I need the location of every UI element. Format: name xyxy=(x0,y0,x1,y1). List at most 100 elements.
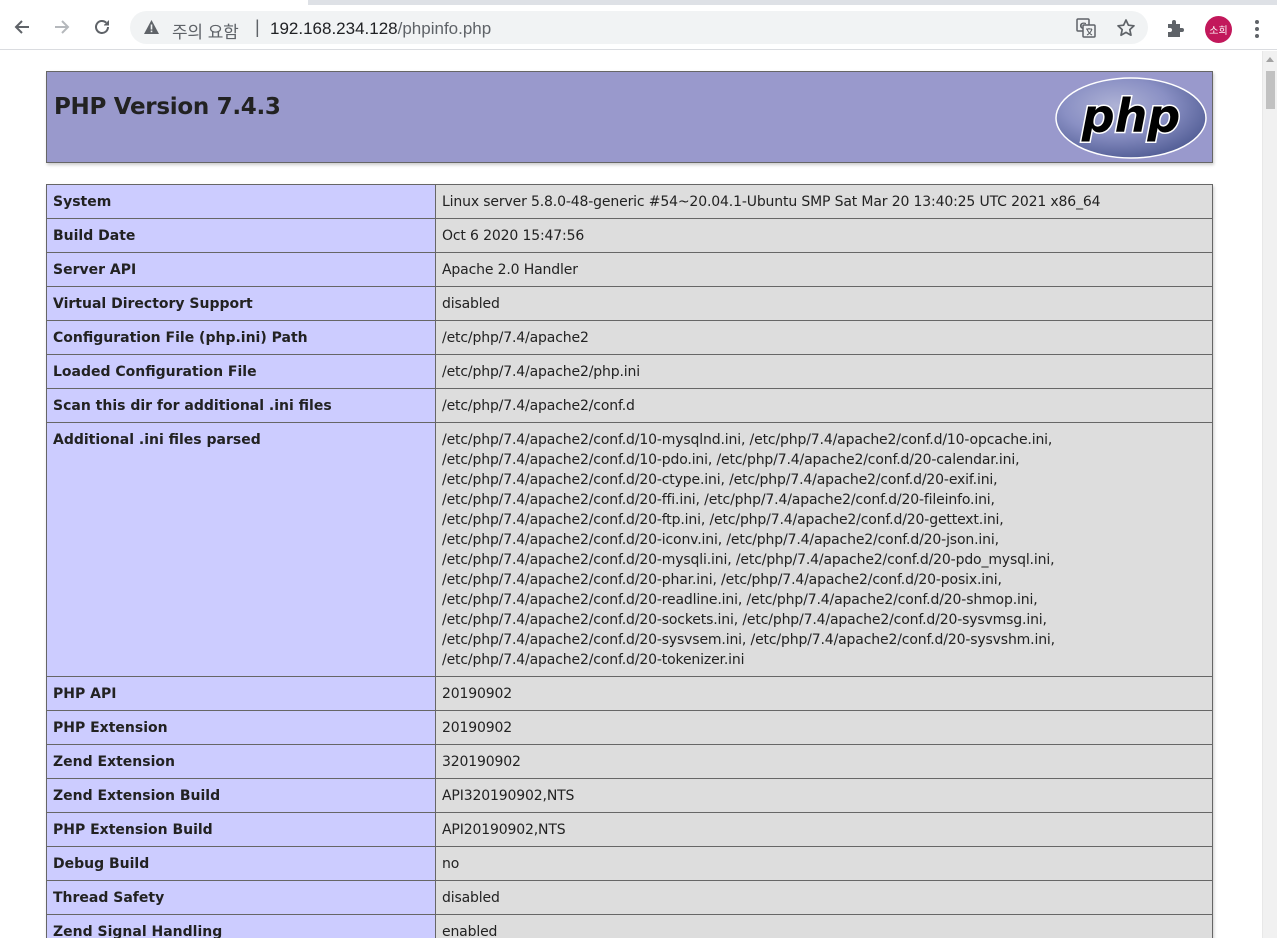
back-arrow-icon xyxy=(14,20,29,34)
info-table-row: PHP API 20190902 xyxy=(46,676,1213,711)
info-row-value: API20190902,NTS xyxy=(435,812,1213,847)
vertical-scrollbar[interactable] xyxy=(1262,51,1277,938)
info-row-value: /etc/php/7.4/apache2/conf.d/10-mysqlnd.i… xyxy=(435,422,1213,677)
info-table-row: Scan this dir for additional .ini files /… xyxy=(46,388,1213,423)
info-row-key: PHP API xyxy=(46,676,436,711)
info-table-row: Virtual Directory Support disabled xyxy=(46,286,1213,321)
info-value-line: Apache 2.0 Handler xyxy=(442,262,578,278)
info-row-value: 20190902 xyxy=(435,676,1213,711)
info-row-key: Zend Extension xyxy=(46,744,436,779)
reload-button[interactable] xyxy=(87,12,117,42)
info-value-line: disabled xyxy=(442,890,500,906)
info-row-key: PHP Extension Build xyxy=(46,812,436,847)
forward-arrow-icon xyxy=(55,20,70,34)
info-row-key: Zend Signal Handling xyxy=(46,914,436,938)
info-value-line: /etc/php/7.4/apache2/conf.d xyxy=(442,398,635,414)
info-value-line: /etc/php/7.4/apache2/conf.d/20-phar.ini,… xyxy=(442,572,1002,588)
info-row-key: Additional .ini files parsed xyxy=(46,422,436,677)
info-value-line: /etc/php/7.4/apache2/conf.d/10-mysqlnd.i… xyxy=(442,432,1053,448)
security-status-label[interactable]: 주의 요함 xyxy=(172,18,239,43)
info-value-line: /etc/php/7.4/apache2/php.ini xyxy=(442,364,640,380)
php-info-table: System Linux server 5.8.0-48-generic #54~… xyxy=(46,184,1213,938)
info-row-key: Configuration File (php.ini) Path xyxy=(46,320,436,355)
info-table-row: Debug Build no xyxy=(46,846,1213,881)
info-row-value: /etc/php/7.4/apache2/conf.d xyxy=(435,388,1213,423)
browser-toolbar: 주의 요함 | 192.168.234.128/phpinfo.php G 소희 xyxy=(0,5,1277,50)
url-path: /phpinfo.php xyxy=(397,19,492,38)
info-row-value: /etc/php/7.4/apache2/php.ini xyxy=(435,354,1213,389)
info-value-line: /etc/php/7.4/apache2/conf.d/20-readline.… xyxy=(442,592,1038,608)
info-row-value: no xyxy=(435,846,1213,881)
info-table-row: PHP Extension Build API20190902,NTS xyxy=(46,812,1213,847)
info-row-key: Debug Build xyxy=(46,846,436,881)
info-row-value: Apache 2.0 Handler xyxy=(435,252,1213,287)
info-value-line: /etc/php/7.4/apache2/conf.d/20-ftp.ini, … xyxy=(442,512,1004,528)
info-row-key: Loaded Configuration File xyxy=(46,354,436,389)
php-logo[interactable]: php php xyxy=(1055,77,1207,159)
page-title: PHP Version 7.4.3 xyxy=(54,94,281,120)
php-logo-text: php xyxy=(1081,89,1181,143)
info-row-value: disabled xyxy=(435,880,1213,915)
info-table-row: System Linux server 5.8.0-48-generic #54~… xyxy=(46,184,1213,219)
info-value-line: no xyxy=(442,856,460,872)
info-value-line: /etc/php/7.4/apache2/conf.d/20-ctype.ini… xyxy=(442,472,998,488)
info-table-row: Configuration File (php.ini) Path/etc/ph… xyxy=(46,320,1213,355)
info-row-value: disabled xyxy=(435,286,1213,321)
warning-icon[interactable] xyxy=(143,19,160,35)
info-row-key: Virtual Directory Support xyxy=(46,286,436,321)
url-text[interactable]: 192.168.234.128/phpinfo.php xyxy=(270,19,491,39)
info-row-key: System xyxy=(46,184,436,219)
bookmark-star-icon[interactable] xyxy=(1116,18,1136,38)
address-bar[interactable]: 주의 요함 | 192.168.234.128/phpinfo.php G xyxy=(130,11,1148,44)
info-row-value: Linux server 5.8.0-48-generic #54~20.04.… xyxy=(435,184,1213,219)
info-table-row: Zend Extension 320190902 xyxy=(46,744,1213,779)
info-table-row: Zend Extension Build API320190902,NTS xyxy=(46,778,1213,813)
url-separator: | xyxy=(255,17,260,37)
info-table-row: Loaded Configuration File/etc/php/7.4/ap… xyxy=(46,354,1213,389)
translate-icon[interactable]: G xyxy=(1076,18,1096,38)
info-value-line: API320190902,NTS xyxy=(442,788,575,804)
info-row-key: Thread Safety xyxy=(46,880,436,915)
info-value-line: /etc/php/7.4/apache2/conf.d/20-mysqli.in… xyxy=(442,552,1055,568)
info-row-value: Oct 6 2020 15:47:56 xyxy=(435,218,1213,253)
info-value-line: 20190902 xyxy=(442,720,513,736)
info-value-line: /etc/php/7.4/apache2/conf.d/20-iconv.ini… xyxy=(442,532,999,548)
info-value-line: /etc/php/7.4/apache2/conf.d/20-tokenizer… xyxy=(442,652,745,668)
info-value-line: /etc/php/7.4/apache2/conf.d/20-sockets.i… xyxy=(442,612,1047,628)
scroll-up-arrow-icon[interactable] xyxy=(1266,57,1274,62)
info-value-line: 320190902 xyxy=(442,754,521,770)
page-viewport: PHP Version 7.4.3 php php System Linux se… xyxy=(0,51,1262,938)
info-table-row: PHP Extension 20190902 xyxy=(46,710,1213,745)
info-row-value: 20190902 xyxy=(435,710,1213,745)
menu-kebab-icon[interactable] xyxy=(1250,18,1264,40)
info-row-value: 320190902 xyxy=(435,744,1213,779)
info-value-line: 20190902 xyxy=(442,686,513,702)
info-row-key: Build Date xyxy=(46,218,436,253)
info-table-row: Zend Signal Handling enabled xyxy=(46,914,1213,938)
forward-button[interactable] xyxy=(47,12,77,42)
back-button[interactable] xyxy=(7,12,37,42)
info-row-key: Zend Extension Build xyxy=(46,778,436,813)
php-version-header: PHP Version 7.4.3 php php xyxy=(46,71,1213,163)
scrollbar-thumb[interactable] xyxy=(1266,71,1275,109)
info-value-line: /etc/php/7.4/apache2/conf.d/20-sysvsem.i… xyxy=(442,632,1055,648)
info-value-line: /etc/php/7.4/apache2/conf.d/20-ffi.ini, … xyxy=(442,492,995,508)
url-host: 192.168.234.128 xyxy=(270,19,398,38)
info-table-row: Server API Apache 2.0 Handler xyxy=(46,252,1213,287)
info-table-row: Additional .ini files parsed/etc/php/7.4… xyxy=(46,422,1213,677)
info-row-value: API320190902,NTS xyxy=(435,778,1213,813)
extensions-puzzle-icon[interactable] xyxy=(1165,18,1187,40)
info-value-line: /etc/php/7.4/apache2/conf.d/10-pdo.ini, … xyxy=(442,452,1020,468)
info-table-row: Thread Safety disabled xyxy=(46,880,1213,915)
info-value-line: enabled xyxy=(442,924,498,938)
info-value-line: disabled xyxy=(442,296,500,312)
info-value-line: Linux server 5.8.0-48-generic #54~20.04.… xyxy=(442,194,1101,210)
info-row-key: Server API xyxy=(46,252,436,287)
info-value-line: /etc/php/7.4/apache2 xyxy=(442,330,589,346)
info-table-row: Build Date Oct 6 2020 15:47:56 xyxy=(46,218,1213,253)
info-row-value: /etc/php/7.4/apache2 xyxy=(435,320,1213,355)
info-value-line: API20190902,NTS xyxy=(442,822,566,838)
info-row-key: Scan this dir for additional .ini files xyxy=(46,388,436,423)
profile-avatar[interactable]: 소희 xyxy=(1205,16,1232,43)
info-row-value: enabled xyxy=(435,914,1213,938)
